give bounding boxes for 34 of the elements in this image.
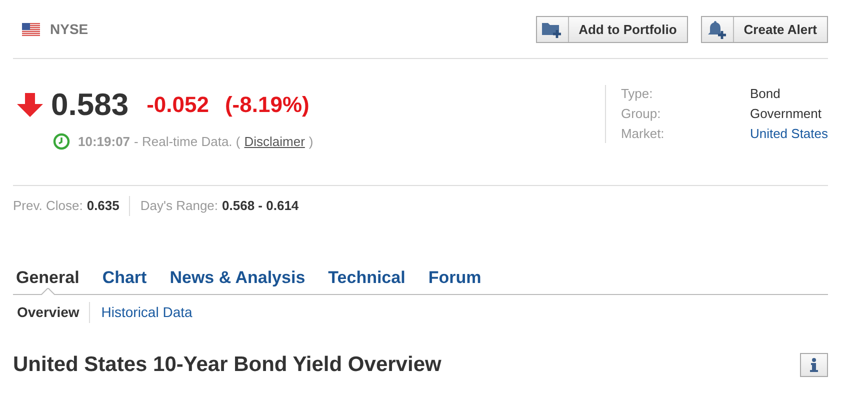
flag-icon: [22, 22, 40, 36]
bell-plus-icon: [707, 20, 728, 40]
subtab[interactable]: Overview: [17, 302, 80, 322]
stat-label: Prev. Close:: [13, 197, 83, 216]
price-change: -0.052: [146, 94, 209, 116]
realtime-note: - Real-time Data. (: [134, 133, 240, 151]
clock-icon: [53, 133, 70, 150]
stat-value: 0.635: [86, 197, 120, 216]
action-button[interactable]: Create Alert: [700, 16, 828, 43]
info-button[interactable]: [800, 352, 828, 377]
folder-plus-icon: [541, 20, 564, 38]
tab[interactable]: Chart: [102, 269, 147, 294]
info-value: Government: [750, 105, 822, 122]
subtab[interactable]: Historical Data: [101, 302, 192, 322]
info-value: Bond: [750, 85, 780, 102]
tab[interactable]: News & Analysis: [170, 269, 306, 294]
close-paren: ): [308, 133, 314, 151]
info-label: Type:: [620, 85, 654, 102]
stat-value: 0.568 - 0.614: [222, 197, 299, 216]
page-heading: United States 10-Year Bond Yield Overview: [13, 352, 442, 378]
info-label: Group:: [620, 105, 662, 122]
tab[interactable]: Forum: [428, 269, 482, 294]
disclaimer-link[interactable]: Disclaimer: [244, 132, 305, 152]
info-label: Market:: [620, 125, 666, 142]
percent-change: (-8.19%): [224, 94, 310, 116]
tab[interactable]: Technical: [328, 269, 406, 294]
info-link[interactable]: United States: [750, 125, 828, 142]
exchange-name: NYSE: [50, 20, 88, 38]
stat-label: Day's Range:: [140, 197, 218, 216]
action-button[interactable]: Add to Portfolio: [536, 16, 688, 43]
price: 0.583: [51, 89, 129, 120]
info-icon: [810, 358, 818, 372]
quote-time: 10:19:07: [78, 133, 130, 151]
tab[interactable]: General: [16, 269, 80, 294]
